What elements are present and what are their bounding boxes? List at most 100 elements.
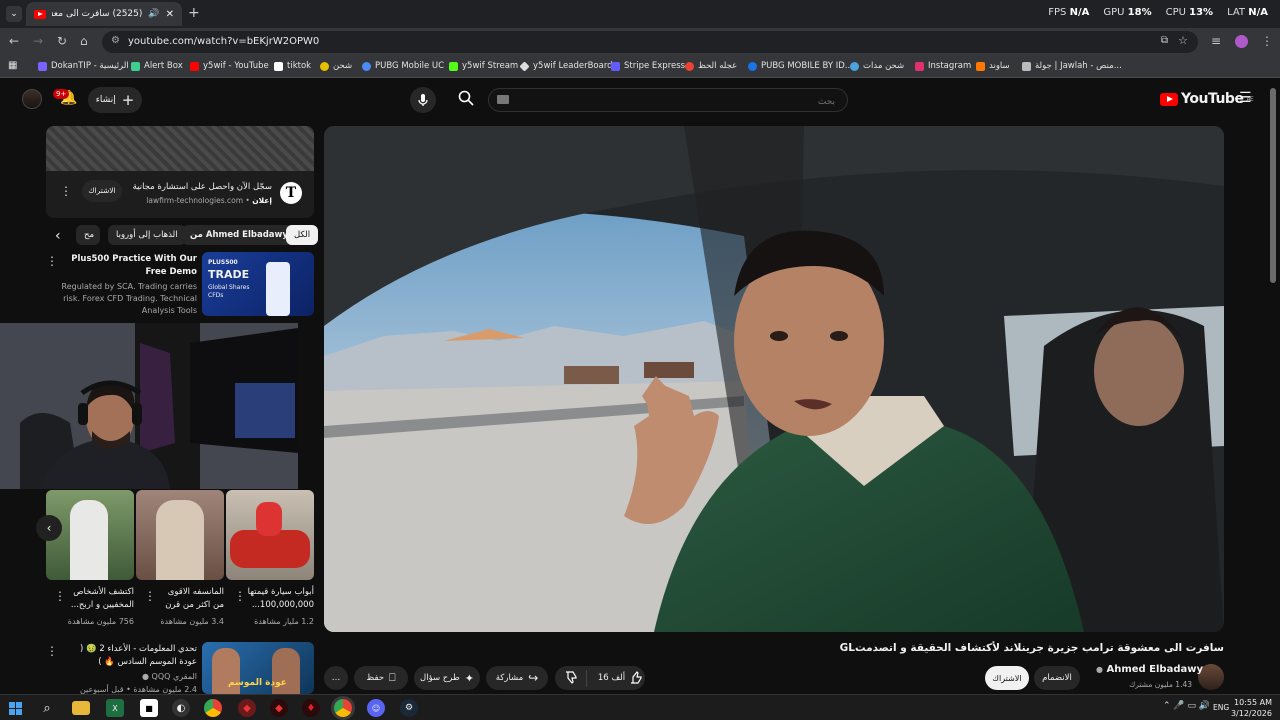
- tab-list-button[interactable]: ⌄: [6, 6, 22, 22]
- address-bar[interactable]: ⚙ youtube.com/watch?v=bEKjrW2OPW0 ⧉ ☆: [102, 31, 1198, 53]
- save-button[interactable]: حفظ ⎕: [354, 666, 408, 690]
- chip-all[interactable]: الكل: [286, 225, 319, 245]
- video-frame: [324, 126, 1224, 632]
- chevron-left-icon: ‹: [46, 521, 52, 535]
- video-player[interactable]: [324, 126, 1224, 632]
- bookmark-favicon-icon: [190, 61, 199, 71]
- chips-scroll-left-icon[interactable]: ‹: [55, 228, 61, 244]
- tab-audio-icon[interactable]: 🔊: [148, 9, 159, 19]
- short-title[interactable]: أبواب سيارة قيمتها 100,000,000...: [246, 586, 314, 612]
- join-button[interactable]: الانضمام: [1034, 666, 1080, 690]
- bookmark-star-icon[interactable]: ☆: [1178, 34, 1188, 47]
- share-button[interactable]: مشاركة ↪: [486, 666, 548, 690]
- forward-icon[interactable]: →: [33, 34, 43, 48]
- short-title[interactable]: اكتشف الأشخاص المخفيين و اربح...: [66, 586, 134, 612]
- language-indicator[interactable]: ENG: [1213, 703, 1229, 712]
- bookmark-item[interactable]: ساوند: [976, 61, 1010, 71]
- clock[interactable]: 10:55 AM 3/12/2026: [1231, 697, 1272, 719]
- short-more-icon[interactable]: ⋮: [144, 589, 156, 603]
- back-icon[interactable]: ←: [9, 34, 19, 48]
- apps-grid-icon[interactable]: ▦: [8, 60, 17, 71]
- discord-icon[interactable]: ☺: [367, 699, 385, 717]
- excel-icon[interactable]: X: [106, 699, 124, 717]
- bookmark-item[interactable]: DokanTIP - الرئيسية: [38, 61, 129, 71]
- logo-text: YouTube: [1181, 91, 1244, 107]
- plus500-more-icon[interactable]: ⋮: [46, 254, 58, 268]
- youtube-header: 🔔 9+ إنشاء + YouTube AE ☰: [0, 78, 1280, 122]
- more-actions-button[interactable]: …: [324, 666, 348, 690]
- new-tab-button[interactable]: +: [188, 5, 200, 21]
- taskbar-search-icon[interactable]: ⌕: [38, 699, 56, 717]
- keyboard-icon[interactable]: [497, 95, 509, 104]
- bookmark-item[interactable]: PUBG MOBILE BY ID...: [748, 61, 853, 71]
- bookmark-item[interactable]: Stripe Express: [611, 61, 685, 71]
- install-app-icon[interactable]: ⧉: [1161, 35, 1168, 46]
- short-title[interactable]: المانسفه الاقوى من اكثر من قرن: [156, 586, 224, 612]
- site-info-icon[interactable]: ⚙: [111, 35, 120, 46]
- next-video-title[interactable]: تحدي المعلومات - الأعداء 2 🤢 ( عودة المو…: [60, 643, 197, 669]
- plus500-title[interactable]: Plus500 Practice With Our Free Demo: [60, 253, 197, 279]
- next-video-thumbnail[interactable]: عودة الموسم: [202, 642, 314, 694]
- file-explorer-icon[interactable]: [72, 701, 90, 715]
- bookmark-item[interactable]: عجله الحظ: [685, 61, 737, 71]
- page-scrollbar[interactable]: [1270, 88, 1276, 283]
- short-thumbnail[interactable]: [226, 490, 314, 580]
- profile-avatar-icon[interactable]: [1235, 35, 1248, 48]
- ad-more-icon[interactable]: ⋮: [60, 184, 72, 198]
- steam-icon[interactable]: ⚙: [400, 699, 418, 717]
- browser-tab-active[interactable]: (2525) سافرت الى معشوقة 🔊 ✕: [26, 2, 182, 26]
- avatar[interactable]: [22, 89, 42, 109]
- ad-subscribe-button[interactable]: الاشتراك: [82, 180, 122, 202]
- create-button[interactable]: إنشاء +: [88, 87, 142, 113]
- roblox-icon[interactable]: ■: [140, 699, 158, 717]
- hamburger-menu-icon[interactable]: ☰: [1239, 90, 1252, 106]
- like-button[interactable]: 16 ألف: [592, 671, 643, 685]
- subscribe-button[interactable]: الاشتراك: [985, 666, 1029, 690]
- bookmark-item[interactable]: y5wif LeaderBoard: [519, 60, 613, 72]
- chip-from-channel[interactable]: من Ahmed Elbadawy: [182, 225, 296, 245]
- bookmark-item[interactable]: شحن مدات: [850, 61, 904, 71]
- shorts-prev-button[interactable]: ‹: [36, 515, 62, 541]
- bookmark-item[interactable]: y5wif - YouTube: [190, 61, 269, 71]
- home-icon[interactable]: ⌂: [80, 34, 88, 48]
- youtube-favicon-icon: [34, 9, 46, 19]
- bookmark-item[interactable]: Alert Box: [131, 61, 183, 71]
- short-thumbnail[interactable]: [136, 490, 224, 580]
- github-icon[interactable]: ◐: [172, 699, 190, 717]
- ad-headline: سجّل الآن واحصل على استشارة مجانية: [132, 182, 272, 192]
- bookmark-item[interactable]: PUBG Mobile UC: [362, 61, 444, 71]
- short-more-icon[interactable]: ⋮: [234, 589, 246, 603]
- app-red2-icon[interactable]: ◆: [270, 699, 288, 717]
- search-button[interactable]: [458, 90, 474, 110]
- windows-start-icon[interactable]: [6, 699, 24, 717]
- short-more-icon[interactable]: ⋮: [54, 589, 66, 603]
- plus500-thumbnail[interactable]: PLUS500 TRADE Global Shares CFDs: [202, 252, 314, 316]
- bookmark-item[interactable]: tiktok: [274, 61, 311, 71]
- reload-icon[interactable]: ↻: [57, 34, 67, 48]
- next-video-more-icon[interactable]: ⋮: [46, 644, 58, 658]
- sparkle-icon: ✦: [464, 671, 474, 685]
- voice-search-button[interactable]: [410, 87, 436, 113]
- ask-button[interactable]: طرح سؤال ✦: [414, 666, 480, 690]
- chip-europe[interactable]: الذهاب إلى أوروبا: [108, 225, 186, 245]
- channel-name[interactable]: ● Ahmed Elbadawy: [1096, 664, 1203, 675]
- bookmark-item[interactable]: شحن: [320, 61, 352, 71]
- bookmark-item[interactable]: y5wif Stream: [449, 61, 518, 71]
- dislike-button[interactable]: [557, 669, 587, 687]
- bookmark-item[interactable]: جولة | Jawlah - منص...: [1022, 61, 1122, 71]
- chrome-icon[interactable]: [204, 699, 222, 717]
- tray-icons[interactable]: ⌃ 🎤 ▭ 🔊: [1163, 701, 1210, 711]
- bookmark-item[interactable]: Instagram: [915, 61, 971, 71]
- sponsored-ad-card[interactable]: T سجّل الآن واحصل على استشارة مجانية law…: [46, 126, 314, 218]
- short-views: 1.2 مليار مشاهدة: [254, 617, 314, 626]
- search-box: [488, 88, 848, 113]
- app-red3-icon[interactable]: ♦: [302, 699, 320, 717]
- browser-menu-icon[interactable]: ⋮: [1261, 34, 1273, 48]
- media-controls-icon[interactable]: ≡: [1211, 34, 1221, 48]
- app-red-icon[interactable]: ◆: [238, 699, 256, 717]
- tab-close-icon[interactable]: ✕: [166, 9, 174, 20]
- chip-partial[interactable]: مح: [76, 225, 100, 245]
- chrome-active-icon[interactable]: [334, 699, 352, 717]
- search-input[interactable]: [489, 91, 847, 113]
- bookmark-favicon-icon: [274, 61, 283, 71]
